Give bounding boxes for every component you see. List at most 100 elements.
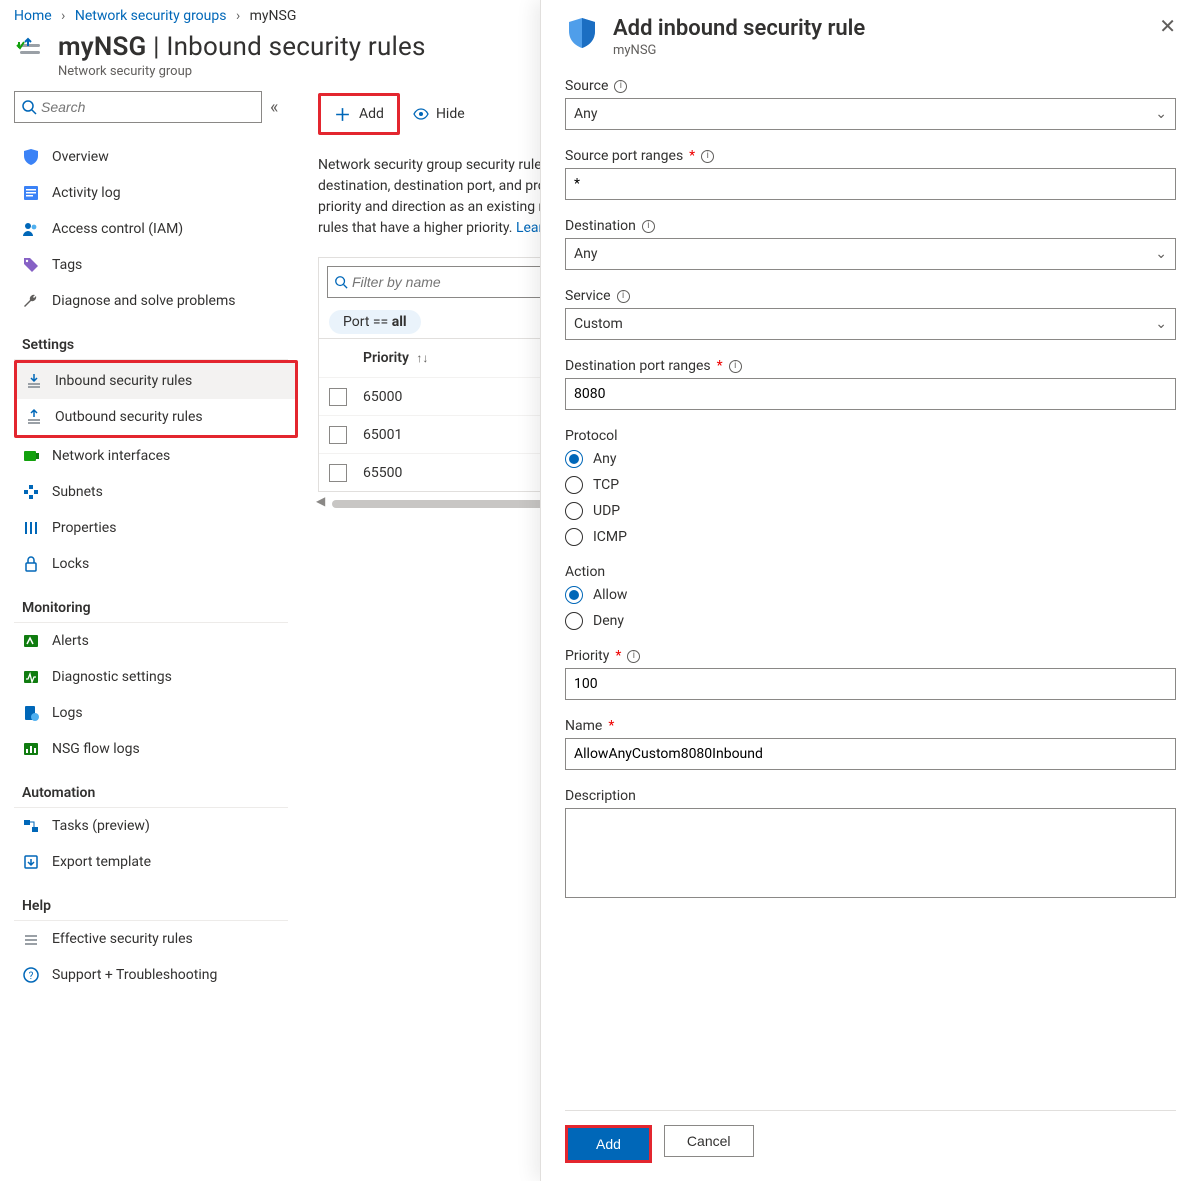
sidebar-item-export-template[interactable]: Export template <box>14 844 298 880</box>
subnet-icon <box>22 483 40 501</box>
add-button[interactable]: Add <box>322 97 396 131</box>
protocol-radio-tcp[interactable]: TCP <box>565 476 1176 494</box>
label-source-port-ranges: Source port ranges <box>565 148 683 164</box>
eye-off-icon <box>412 105 430 123</box>
sidebar-item-effective-rules[interactable]: Effective security rules <box>14 921 298 957</box>
info-icon[interactable]: i <box>642 220 655 233</box>
sidebar-item-label: Alerts <box>52 633 89 649</box>
col-priority[interactable]: Priority ↑↓ <box>363 350 428 366</box>
close-button[interactable]: ✕ <box>1159 16 1176 36</box>
label-protocol: Protocol <box>565 428 618 444</box>
sidebar-item-subnets[interactable]: Subnets <box>14 474 298 510</box>
sidebar-item-nsg-flow-logs[interactable]: NSG flow logs <box>14 731 298 767</box>
sidebar-item-inbound-rules[interactable]: Inbound security rules <box>17 363 295 399</box>
sidebar-item-label: Support + Troubleshooting <box>52 967 217 983</box>
sidebar-section-settings: Settings <box>14 319 288 360</box>
panel-add-button[interactable]: Add <box>568 1128 649 1160</box>
sidebar-item-tags[interactable]: Tags <box>14 247 298 283</box>
source-port-ranges-input[interactable] <box>565 168 1176 200</box>
sidebar-item-alerts[interactable]: Alerts <box>14 623 298 659</box>
export-icon <box>22 853 40 871</box>
sidebar-item-activity-log[interactable]: Activity log <box>14 175 298 211</box>
breadcrumb-nsg-list[interactable]: Network security groups <box>75 8 227 24</box>
tag-icon <box>22 256 40 274</box>
info-icon[interactable]: i <box>729 360 742 373</box>
add-rule-panel: Add inbound security rule myNSG ✕ Source… <box>540 0 1200 1181</box>
help-icon: ? <box>22 966 40 984</box>
breadcrumb-home[interactable]: Home <box>14 8 52 24</box>
action-radio-deny[interactable]: Deny <box>565 612 1176 630</box>
action-radio-allow[interactable]: Allow <box>565 586 1176 604</box>
lock-icon <box>22 555 40 573</box>
chevron-down-icon: ⌄ <box>1155 316 1167 332</box>
panel-subtitle: myNSG <box>613 43 865 58</box>
outbound-icon <box>25 408 43 426</box>
collapse-sidebar-button[interactable]: « <box>270 97 278 118</box>
protocol-radio-group: Any TCP UDP ICMP <box>565 450 1176 546</box>
source-select[interactable]: Any⌄ <box>565 98 1176 130</box>
label-source: Source <box>565 78 608 94</box>
people-icon <box>22 220 40 238</box>
name-input[interactable] <box>565 738 1176 770</box>
sidebar-search[interactable] <box>14 91 262 123</box>
log-icon <box>22 184 40 202</box>
search-icon <box>334 275 348 289</box>
sidebar-item-network-interfaces[interactable]: Network interfaces <box>14 438 298 474</box>
row-checkbox[interactable] <box>329 388 347 406</box>
sidebar-item-label: Tags <box>52 257 82 273</box>
label-dest-port-ranges: Destination port ranges <box>565 358 711 374</box>
sort-asc-icon: ↑↓ <box>416 351 428 365</box>
filter-chip-port[interactable]: Port == all <box>329 310 421 334</box>
panel-cancel-button[interactable]: Cancel <box>664 1125 754 1157</box>
protocol-radio-icmp[interactable]: ICMP <box>565 528 1176 546</box>
sidebar-section-monitoring: Monitoring <box>14 582 288 623</box>
protocol-radio-udp[interactable]: UDP <box>565 502 1176 520</box>
sidebar-item-label: Network interfaces <box>52 448 170 464</box>
dest-port-ranges-input[interactable] <box>565 378 1176 410</box>
sidebar-item-diagnostic-settings[interactable]: Diagnostic settings <box>14 659 298 695</box>
priority-input[interactable] <box>565 668 1176 700</box>
label-name: Name <box>565 718 602 734</box>
info-icon[interactable]: i <box>627 650 640 663</box>
sidebar-item-label: Subnets <box>52 484 103 500</box>
info-icon[interactable]: i <box>617 290 630 303</box>
sidebar-item-label: NSG flow logs <box>52 741 140 757</box>
hide-defaults-button[interactable]: Hide <box>412 105 465 123</box>
rules-icon <box>22 930 40 948</box>
row-checkbox[interactable] <box>329 426 347 444</box>
info-icon[interactable]: i <box>701 150 714 163</box>
highlight-add-button: Add <box>318 93 400 135</box>
shield-icon <box>565 16 599 50</box>
info-icon[interactable]: i <box>614 80 627 93</box>
sidebar-item-label: Logs <box>52 705 83 721</box>
wrench-icon <box>22 292 40 310</box>
sidebar-item-label: Locks <box>52 556 89 572</box>
row-checkbox[interactable] <box>329 464 347 482</box>
breadcrumb-current: myNSG <box>250 8 297 24</box>
inbound-icon <box>25 372 43 390</box>
sidebar-item-outbound-rules[interactable]: Outbound security rules <box>17 399 295 435</box>
sidebar-item-overview[interactable]: Overview <box>14 139 298 175</box>
sidebar-item-label: Diagnostic settings <box>52 669 172 685</box>
sidebar-item-properties[interactable]: Properties <box>14 510 298 546</box>
sidebar-item-label: Outbound security rules <box>55 409 203 425</box>
breadcrumb-separator: › <box>236 8 240 24</box>
protocol-radio-any[interactable]: Any <box>565 450 1176 468</box>
sidebar-item-label: Effective security rules <box>52 931 193 947</box>
description-input[interactable] <box>565 808 1176 898</box>
sidebar-item-tasks[interactable]: Tasks (preview) <box>14 808 298 844</box>
sidebar-item-locks[interactable]: Locks <box>14 546 298 582</box>
properties-icon <box>22 519 40 537</box>
service-select[interactable]: Custom⌄ <box>565 308 1176 340</box>
sidebar-item-diagnose[interactable]: Diagnose and solve problems <box>14 283 298 319</box>
add-button-label: Add <box>359 106 384 122</box>
sidebar-search-input[interactable] <box>41 99 255 115</box>
sidebar-item-access-control[interactable]: Access control (IAM) <box>14 211 298 247</box>
label-action: Action <box>565 564 605 580</box>
sidebar-item-support[interactable]: ? Support + Troubleshooting <box>14 957 298 993</box>
sidebar-item-label: Diagnose and solve problems <box>52 293 235 309</box>
destination-select[interactable]: Any⌄ <box>565 238 1176 270</box>
sidebar: « Overview Activity log Access control (… <box>0 87 298 1013</box>
highlight-box-rules: Inbound security rules Outbound security… <box>14 360 298 438</box>
sidebar-item-logs[interactable]: Logs <box>14 695 298 731</box>
